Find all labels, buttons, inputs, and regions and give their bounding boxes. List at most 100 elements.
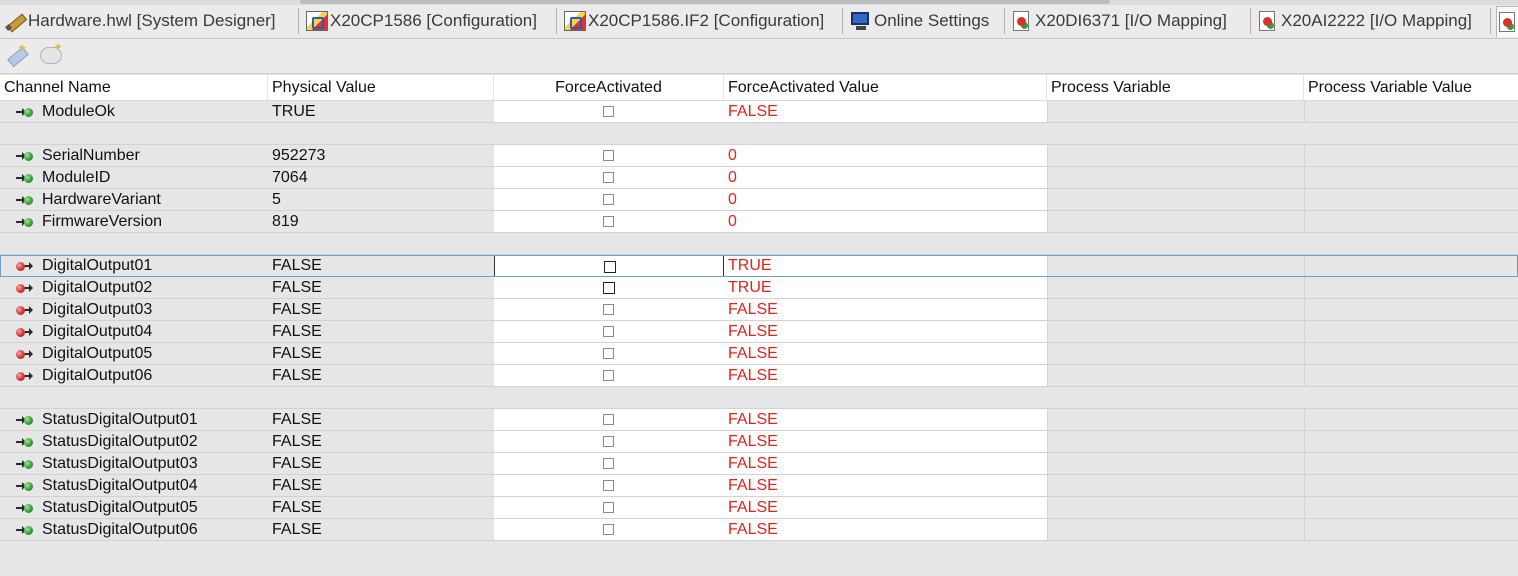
channel-row[interactable]: StatusDigitalOutput05 FALSE FALSE — [0, 497, 1518, 519]
channel-row[interactable]: HardwareVariant 5 0 — [0, 189, 1518, 211]
process-variable-cell[interactable] — [1047, 101, 1304, 123]
force-activated-value-cell[interactable]: FALSE — [724, 321, 1047, 343]
channel-row[interactable]: DigitalOutput03 FALSE FALSE — [0, 299, 1518, 321]
force-activated-checkbox[interactable] — [603, 436, 614, 447]
force-activated-value-cell[interactable]: FALSE — [724, 475, 1047, 497]
force-activated-cell[interactable] — [494, 255, 724, 277]
column-header-physical-value[interactable]: Physical Value — [268, 75, 494, 100]
add-comment-button[interactable] — [38, 40, 64, 68]
force-activated-cell[interactable] — [494, 497, 724, 519]
force-activated-checkbox[interactable] — [603, 458, 614, 469]
force-activated-cell[interactable] — [494, 519, 724, 541]
force-activated-checkbox[interactable] — [603, 524, 614, 535]
force-activated-cell[interactable] — [494, 277, 724, 299]
process-variable-cell[interactable] — [1047, 475, 1304, 497]
channel-row[interactable]: StatusDigitalOutput06 FALSE FALSE — [0, 519, 1518, 541]
channel-row[interactable]: StatusDigitalOutput04 FALSE FALSE — [0, 475, 1518, 497]
force-activated-value-cell[interactable]: 0 — [724, 189, 1047, 211]
force-activated-cell[interactable] — [494, 189, 724, 211]
channel-row[interactable]: DigitalOutput01 FALSE TRUE — [0, 255, 1518, 277]
process-variable-cell[interactable] — [1047, 321, 1304, 343]
force-activated-checkbox[interactable] — [603, 172, 614, 183]
force-activated-cell[interactable] — [494, 211, 724, 233]
force-activated-checkbox[interactable] — [603, 216, 614, 227]
force-activated-value-cell[interactable]: FALSE — [724, 409, 1047, 431]
force-activated-checkbox[interactable] — [603, 106, 614, 117]
force-activated-cell[interactable] — [494, 299, 724, 321]
force-activated-cell[interactable] — [494, 343, 724, 365]
force-activated-cell[interactable] — [494, 321, 724, 343]
force-activated-checkbox[interactable] — [603, 150, 614, 161]
force-activated-cell[interactable] — [494, 431, 724, 453]
process-variable-cell[interactable] — [1047, 343, 1304, 365]
force-activated-value-cell[interactable]: FALSE — [724, 431, 1047, 453]
column-header-process-variable-value[interactable]: Process Variable Value — [1304, 75, 1518, 100]
tab-strip-scroll-track[interactable] — [0, 0, 1518, 5]
add-channel-button[interactable] — [4, 41, 30, 68]
process-variable-cell[interactable] — [1047, 167, 1304, 189]
force-activated-cell[interactable] — [494, 145, 724, 167]
process-variable-cell[interactable] — [1047, 299, 1304, 321]
channel-row[interactable]: DigitalOutput02 FALSE TRUE — [0, 277, 1518, 299]
force-activated-checkbox[interactable] — [603, 370, 614, 381]
channel-row[interactable]: StatusDigitalOutput03 FALSE FALSE — [0, 453, 1518, 475]
force-activated-checkbox[interactable] — [603, 414, 614, 425]
force-activated-value-cell[interactable]: FALSE — [724, 101, 1047, 123]
tab-x20cp1586-configuration[interactable]: X20CP1586 [Configuration] — [306, 6, 537, 36]
process-variable-cell[interactable] — [1047, 497, 1304, 519]
force-activated-value-cell[interactable]: FALSE — [724, 497, 1047, 519]
channel-row[interactable]: DigitalOutput04 FALSE FALSE — [0, 321, 1518, 343]
tab-strip-scroll-thumb[interactable] — [300, 0, 1110, 4]
force-activated-checkbox[interactable] — [603, 348, 614, 359]
force-activated-checkbox[interactable] — [603, 282, 615, 294]
column-header-force-activated[interactable]: ForceActivated — [494, 75, 724, 100]
tab-active-current[interactable] — [1496, 6, 1518, 37]
force-activated-value-cell[interactable]: 0 — [724, 167, 1047, 189]
channel-row[interactable]: DigitalOutput05 FALSE FALSE — [0, 343, 1518, 365]
column-header-channel-name[interactable]: Channel Name — [0, 75, 268, 100]
force-activated-value-cell[interactable]: TRUE — [724, 277, 1047, 299]
force-activated-cell[interactable] — [494, 101, 724, 123]
force-activated-value-cell[interactable]: 0 — [724, 145, 1047, 167]
force-activated-checkbox[interactable] — [603, 326, 614, 337]
force-activated-cell[interactable] — [494, 453, 724, 475]
force-activated-value-cell[interactable]: FALSE — [724, 453, 1047, 475]
channel-row[interactable]: DigitalOutput06 FALSE FALSE — [0, 365, 1518, 387]
process-variable-cell[interactable] — [1047, 431, 1304, 453]
process-variable-cell[interactable] — [1047, 255, 1304, 277]
force-activated-cell[interactable] — [494, 167, 724, 189]
process-variable-cell[interactable] — [1047, 409, 1304, 431]
force-activated-checkbox[interactable] — [603, 304, 614, 315]
process-variable-cell[interactable] — [1047, 519, 1304, 541]
tab-online-settings[interactable]: Online Settings — [850, 6, 989, 36]
force-activated-checkbox[interactable] — [604, 261, 616, 273]
column-header-process-variable[interactable]: Process Variable — [1047, 75, 1304, 100]
force-activated-value-cell[interactable]: TRUE — [724, 255, 1047, 277]
channel-row[interactable]: StatusDigitalOutput01 FALSE FALSE — [0, 409, 1518, 431]
process-variable-cell[interactable] — [1047, 453, 1304, 475]
process-variable-cell[interactable] — [1047, 189, 1304, 211]
channel-row[interactable]: FirmwareVersion 819 0 — [0, 211, 1518, 233]
force-activated-checkbox[interactable] — [603, 480, 614, 491]
force-activated-cell[interactable] — [494, 475, 724, 497]
force-activated-checkbox[interactable] — [603, 502, 614, 513]
channel-row[interactable]: ModuleID 7064 0 — [0, 167, 1518, 189]
tab-hardware-system-designer[interactable]: Hardware.hwl [System Designer] — [4, 6, 276, 36]
process-variable-cell[interactable] — [1047, 365, 1304, 387]
process-variable-cell[interactable] — [1047, 277, 1304, 299]
channel-row[interactable]: SerialNumber 952273 0 — [0, 145, 1518, 167]
force-activated-cell[interactable] — [494, 409, 724, 431]
force-activated-value-cell[interactable]: FALSE — [724, 299, 1047, 321]
force-activated-value-cell[interactable]: FALSE — [724, 365, 1047, 387]
force-activated-value-cell[interactable]: 0 — [724, 211, 1047, 233]
column-header-force-activated-value[interactable]: ForceActivated Value — [724, 75, 1047, 100]
force-activated-value-cell[interactable]: FALSE — [724, 519, 1047, 541]
channel-row[interactable]: StatusDigitalOutput02 FALSE FALSE — [0, 431, 1518, 453]
force-activated-value-cell[interactable]: FALSE — [724, 343, 1047, 365]
force-activated-cell[interactable] — [494, 365, 724, 387]
channel-row[interactable]: ModuleOk TRUE FALSE — [0, 101, 1518, 123]
tab-x20ai2222-io-mapping[interactable]: X20AI2222 [I/O Mapping] — [1257, 6, 1472, 36]
tab-x20di6371-io-mapping[interactable]: X20DI6371 [I/O Mapping] — [1011, 6, 1227, 36]
tab-x20cp1586-if2-configuration[interactable]: X20CP1586.IF2 [Configuration] — [564, 6, 824, 36]
process-variable-cell[interactable] — [1047, 211, 1304, 233]
